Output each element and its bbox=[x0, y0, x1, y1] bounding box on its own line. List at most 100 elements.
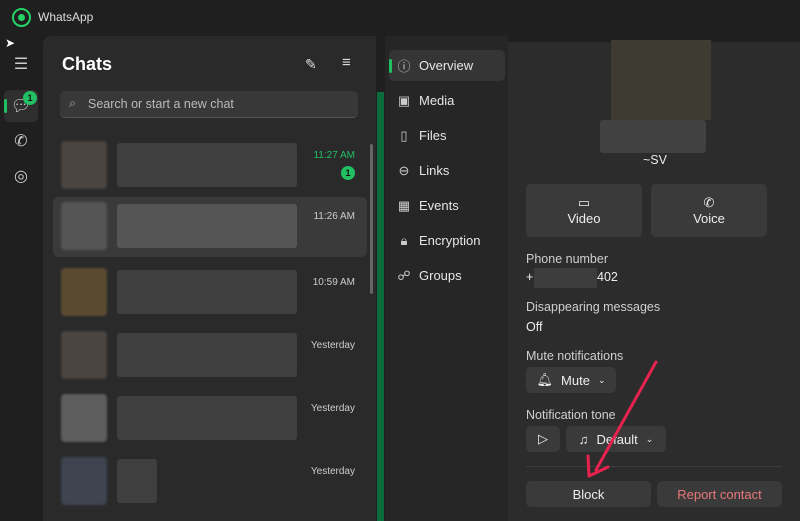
mute-label: Mute notifications bbox=[526, 349, 624, 363]
phone-icon: ✆ bbox=[703, 195, 715, 210]
unread-badge: 1 bbox=[341, 166, 355, 180]
chat-list-panel: Chats ✎ ≡ ⌕ Search or start a new chat 1… bbox=[43, 36, 376, 521]
chat-row[interactable]: Yesterday bbox=[53, 452, 367, 512]
nav-files[interactable]: ▯ Files bbox=[389, 120, 505, 151]
chat-row[interactable]: Yesterday bbox=[53, 326, 367, 386]
avatar bbox=[61, 268, 107, 316]
chat-row[interactable]: 11:27 AM 1 bbox=[53, 136, 367, 196]
nav-groups[interactable]: ☍ Groups bbox=[389, 260, 505, 291]
nav-overview[interactable]: ⓘ Overview bbox=[389, 50, 505, 81]
avatar bbox=[61, 457, 107, 505]
phone-label: Phone number bbox=[526, 252, 609, 266]
chats-nav-button[interactable]: 💬︎ 1 bbox=[4, 90, 38, 122]
status-icon: ◎ bbox=[14, 168, 28, 185]
search-input[interactable]: ⌕ Search or start a new chat bbox=[60, 91, 358, 118]
avatar bbox=[61, 202, 107, 250]
chat-time: 11:26 AM bbox=[313, 211, 355, 222]
button-label: Report contact bbox=[677, 486, 762, 502]
avatar bbox=[61, 394, 107, 442]
blurred-name bbox=[600, 120, 706, 153]
bell-icon: 🔔︎ bbox=[536, 372, 554, 387]
play-tone-button[interactable]: ▷ bbox=[526, 426, 560, 452]
phone-prefix: + bbox=[526, 270, 534, 284]
nav-label: Events bbox=[419, 198, 459, 213]
chat-row[interactable]: 11:26 AM bbox=[53, 197, 367, 257]
menu-button[interactable]: ☰ bbox=[4, 48, 38, 80]
button-label: Block bbox=[572, 486, 605, 502]
compose-icon: ✎ bbox=[305, 56, 317, 72]
button-label: Default bbox=[596, 431, 638, 447]
disappearing-label: Disappearing messages bbox=[526, 300, 661, 314]
play-icon: ▷ bbox=[538, 431, 548, 446]
chat-preview bbox=[117, 333, 297, 377]
file-icon: ▯ bbox=[400, 127, 408, 143]
chevron-down-icon: ⌄ bbox=[597, 374, 606, 385]
nav-label: Groups bbox=[419, 268, 462, 283]
whatsapp-logo-icon bbox=[12, 8, 31, 27]
left-rail: ➤ ☰ 💬︎ 1 ✆ ◎ bbox=[0, 36, 42, 521]
nav-label: Encryption bbox=[419, 233, 481, 248]
nav-label: Files bbox=[419, 128, 447, 143]
filter-icon: ≡ bbox=[342, 54, 351, 71]
nav-links[interactable]: ⊖ Links bbox=[389, 155, 505, 186]
button-label: Video bbox=[567, 211, 601, 226]
chat-time: Yesterday bbox=[310, 403, 355, 414]
media-icon: ▣ bbox=[397, 92, 411, 108]
disappearing-value: Off bbox=[526, 320, 543, 334]
phone-suffix: 402 bbox=[597, 270, 618, 284]
chat-time: 10:59 AM bbox=[312, 277, 355, 288]
app-title: WhatsApp bbox=[38, 10, 94, 24]
groups-icon: ☍ bbox=[397, 267, 411, 283]
search-placeholder: Search or start a new chat bbox=[88, 97, 234, 111]
nav-media[interactable]: ▣ Media bbox=[389, 85, 505, 116]
report-contact-button[interactable]: Report contact bbox=[657, 481, 782, 507]
video-icon: ▭ bbox=[577, 195, 591, 210]
chat-row[interactable]: Yesterday bbox=[53, 389, 367, 449]
hamburger-icon: ☰ bbox=[13, 56, 29, 73]
chat-row[interactable]: 10:59 AM bbox=[53, 263, 367, 323]
tone-label: Notification tone bbox=[526, 408, 616, 422]
title-bar: WhatsApp bbox=[0, 0, 800, 36]
new-chat-button[interactable]: ✎ bbox=[305, 56, 317, 73]
chats-title: Chats bbox=[62, 54, 113, 74]
video-call-button[interactable]: ▭ Video bbox=[526, 184, 642, 237]
chat-preview bbox=[117, 143, 297, 187]
link-icon: ⊖ bbox=[398, 162, 410, 178]
chat-preview bbox=[117, 204, 297, 248]
avatar bbox=[61, 331, 107, 379]
button-label: Mute bbox=[561, 372, 590, 388]
filter-button[interactable]: ≡ bbox=[342, 54, 351, 71]
chevron-down-icon: ⌄ bbox=[645, 433, 654, 444]
voice-call-button[interactable]: ✆ Voice bbox=[651, 184, 767, 237]
avatar bbox=[61, 141, 107, 189]
calls-nav-button[interactable]: ✆ bbox=[4, 125, 38, 157]
contact-overview: ~SV ▭ Video ✆ Voice Phone number + 402 Dis… bbox=[508, 40, 800, 521]
contact-avatar bbox=[611, 40, 711, 120]
nav-encryption[interactable]: 🔒︎ Encryption bbox=[389, 225, 505, 256]
mute-dropdown[interactable]: 🔔︎ Mute ⌄ bbox=[526, 367, 616, 393]
chat-background-strip bbox=[377, 92, 384, 521]
chat-time: Yesterday bbox=[310, 340, 355, 351]
chat-preview bbox=[117, 459, 157, 503]
chat-time: Yesterday bbox=[310, 466, 355, 477]
music-icon: ♫ bbox=[578, 431, 589, 447]
chat-time: 11:27 AM bbox=[313, 150, 355, 161]
chat-preview bbox=[117, 396, 297, 440]
block-button[interactable]: Block bbox=[526, 481, 651, 507]
info-icon: ⓘ bbox=[397, 59, 411, 74]
nav-label: Media bbox=[419, 93, 455, 108]
tone-dropdown[interactable]: ♫ Default ⌄ bbox=[566, 426, 666, 452]
status-nav-button[interactable]: ◎ bbox=[4, 160, 38, 192]
contact-info-nav: ⓘ Overview ▣ Media ▯ Files ⊖ Links ▦ Events 🔒… bbox=[385, 36, 508, 521]
phone-icon: ✆ bbox=[14, 133, 28, 150]
divider bbox=[526, 466, 782, 467]
contact-name: ~SV bbox=[643, 153, 667, 167]
lock-icon: 🔒︎ bbox=[400, 232, 408, 248]
nav-label: Overview bbox=[419, 58, 474, 73]
nav-events[interactable]: ▦ Events bbox=[389, 190, 505, 221]
chats-badge: 1 bbox=[23, 91, 37, 105]
scrollbar[interactable] bbox=[370, 144, 373, 294]
nav-label: Links bbox=[419, 163, 450, 178]
search-icon: ⌕ bbox=[69, 96, 77, 110]
blurred-phone bbox=[534, 268, 597, 288]
